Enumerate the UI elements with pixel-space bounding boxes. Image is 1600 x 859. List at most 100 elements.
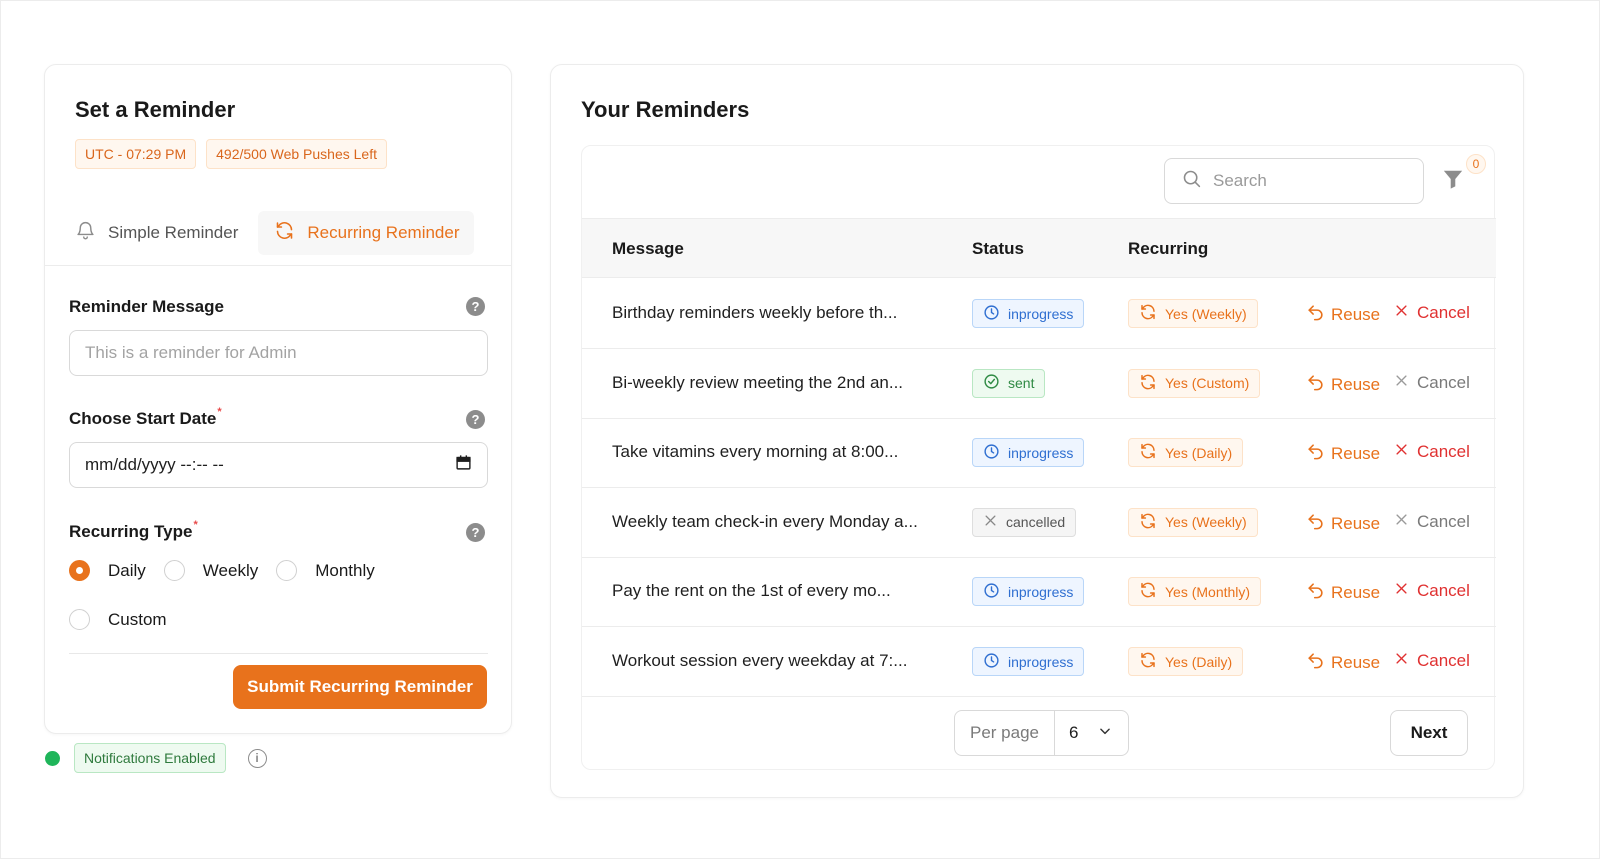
status-badge: sent	[972, 368, 1046, 398]
reuse-button[interactable]: Reuse	[1306, 512, 1380, 536]
radio-weekly-label: Weekly	[202, 560, 259, 580]
tab-recurring-reminder[interactable]: Recurring Reminder	[258, 211, 474, 255]
cancel-label: Cancel	[1417, 511, 1470, 531]
recurring-badge: Yes (Monthly)	[1128, 577, 1262, 607]
filter-count-badge: 0	[1466, 154, 1486, 174]
radio-weekly[interactable]: Weekly	[163, 560, 259, 581]
reminder-message-input[interactable]: This is a reminder for Admin	[69, 330, 488, 376]
reminder-message-cell: Bi-weekly review meeting the 2nd an...	[612, 372, 904, 392]
cancel-button[interactable]: Cancel	[1394, 442, 1470, 462]
refresh-icon	[1139, 303, 1157, 324]
table-row: Workout session every weekday at 7:... in…	[582, 627, 1496, 697]
tab-simple-reminder[interactable]: Simple Reminder	[75, 211, 252, 255]
info-icon[interactable]: i	[247, 748, 267, 768]
reminder-message-label: Reminder Message	[69, 297, 224, 316]
table-row: Bi-weekly review meeting the 2nd an... se…	[582, 349, 1496, 419]
recurring-badge: Yes (Weekly)	[1128, 507, 1258, 537]
status-badge: inprogress	[972, 577, 1085, 607]
reminder-type-tabs: Simple Reminder Recurring Reminder	[75, 211, 474, 255]
reuse-button[interactable]: Reuse	[1306, 581, 1380, 605]
radio-weekly-dot[interactable]	[163, 560, 185, 581]
start-date-help-icon[interactable]: ?	[466, 410, 485, 429]
table-row: Birthday reminders weekly before th... in…	[582, 279, 1496, 349]
per-page-selector[interactable]: Per page 6	[954, 710, 1130, 756]
message-help-icon[interactable]: ?	[466, 297, 485, 316]
close-icon	[1394, 442, 1409, 462]
status-badge: cancelled	[972, 507, 1077, 537]
start-date-value: mm/dd/yyyy --:-- --	[85, 455, 224, 474]
reminder-message-cell: Weekly team check-in every Monday a...	[612, 511, 918, 531]
clock-icon	[983, 443, 1000, 463]
reuse-button[interactable]: Reuse	[1306, 373, 1380, 397]
reuse-button[interactable]: Reuse	[1306, 303, 1380, 327]
reuse-label: Reuse	[1331, 583, 1381, 603]
recurring-badge: Yes (Daily)	[1128, 438, 1244, 468]
recurring-text: Yes (Weekly)	[1165, 305, 1247, 322]
filter-icon[interactable]	[1442, 168, 1464, 195]
recurring-text: Yes (Custom)	[1165, 375, 1250, 392]
info-chips: UTC - 07:29 PM 492/500 Web Pushes Left	[75, 139, 387, 169]
tab-recurring-reminder-label: Recurring Reminder	[307, 223, 460, 242]
radio-custom-dot[interactable]	[69, 609, 90, 630]
cancel-button[interactable]: Cancel	[1394, 581, 1470, 601]
per-page-value: 6	[1069, 723, 1079, 742]
submit-recurring-reminder-button[interactable]: Submit Recurring Reminder	[233, 665, 487, 709]
close-icon	[1394, 651, 1409, 671]
search-placeholder: Search	[1213, 171, 1267, 190]
per-page-label: Per page	[955, 711, 1055, 755]
recurring-badge: Yes (Daily)	[1128, 647, 1244, 676]
recurring-type-label: Recurring Type*	[69, 519, 198, 541]
cancel-label: Cancel	[1417, 651, 1470, 670]
chevron-down-icon	[1098, 723, 1112, 743]
reuse-button[interactable]: Reuse	[1306, 651, 1380, 675]
recurring-type-options: Daily Weekly Monthly	[69, 560, 393, 581]
table-header: Message Status Recurring	[582, 218, 1496, 278]
close-icon	[1394, 303, 1409, 323]
undo-icon	[1306, 512, 1325, 536]
refresh-icon	[1139, 581, 1157, 602]
recurring-badge: Yes (Custom)	[1128, 368, 1261, 398]
calendar-icon[interactable]	[455, 454, 472, 476]
cancel-button[interactable]: Cancel	[1394, 651, 1470, 671]
x-icon	[983, 513, 998, 531]
radio-custom[interactable]: Custom	[69, 609, 167, 630]
cancel-label: Cancel	[1417, 581, 1470, 601]
close-icon	[1394, 512, 1409, 532]
status-text: inprogress	[1008, 653, 1074, 670]
search-input[interactable]: Search	[1164, 158, 1424, 204]
radio-daily-label: Daily	[108, 560, 146, 580]
your-reminders-card: Your Reminders Search 0 Message Status R…	[550, 64, 1524, 798]
undo-icon	[1306, 442, 1325, 466]
form-divider	[69, 653, 488, 654]
cancel-button[interactable]: Cancel	[1394, 303, 1470, 323]
pushes-left-chip: 492/500 Web Pushes Left	[206, 139, 387, 169]
radio-monthly[interactable]: Monthly	[276, 560, 375, 581]
clock-icon	[983, 652, 1000, 672]
reuse-button[interactable]: Reuse	[1306, 442, 1380, 466]
time-chip: UTC - 07:29 PM	[75, 139, 197, 169]
radio-custom-label: Custom	[108, 609, 167, 629]
refresh-icon	[1139, 512, 1157, 533]
reminder-message-cell: Pay the rent on the 1st of every mo...	[612, 581, 891, 601]
reminder-message-cell: Workout session every weekday at 7:...	[612, 651, 908, 670]
recurring-text: Yes (Monthly)	[1165, 583, 1251, 600]
status-badge: inprogress	[972, 438, 1085, 468]
clock-icon	[983, 304, 1000, 324]
radio-daily[interactable]: Daily	[69, 560, 146, 581]
radio-daily-dot[interactable]	[69, 560, 90, 581]
status-badge: inprogress	[972, 647, 1085, 676]
undo-icon	[1306, 581, 1325, 605]
set-reminder-card: Set a Reminder UTC - 07:29 PM 492/500 We…	[44, 64, 512, 734]
next-page-button[interactable]: Next	[1390, 710, 1468, 756]
recurring-badge: Yes (Weekly)	[1128, 299, 1258, 328]
cancel-label: Cancel	[1417, 303, 1470, 322]
reuse-label: Reuse	[1331, 374, 1381, 394]
per-page-select[interactable]: 6	[1055, 723, 1128, 743]
recurring-type-help-icon[interactable]: ?	[466, 523, 485, 542]
undo-icon	[1306, 373, 1325, 397]
column-message: Message	[612, 239, 684, 258]
radio-monthly-dot[interactable]	[276, 560, 298, 581]
start-date-input[interactable]: mm/dd/yyyy --:-- --	[69, 442, 488, 488]
reminder-message-cell: Birthday reminders weekly before th...	[612, 303, 898, 322]
status-text: cancelled	[1006, 514, 1066, 531]
